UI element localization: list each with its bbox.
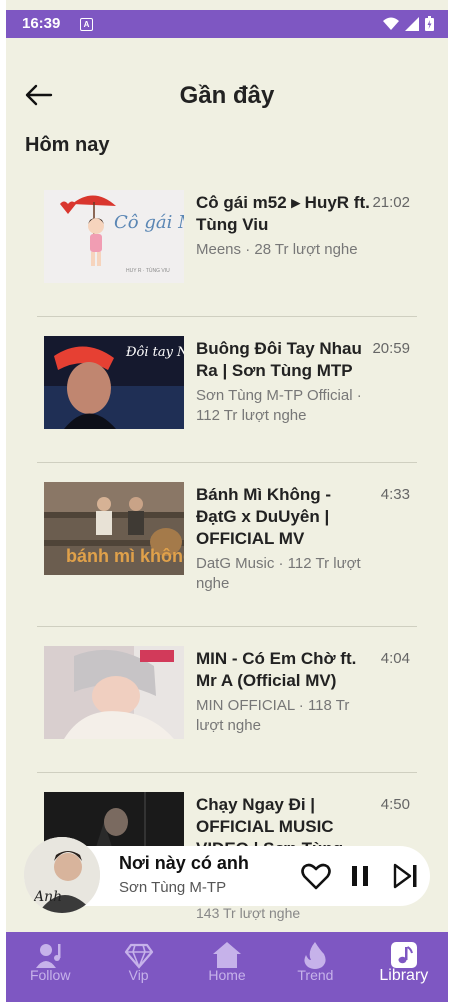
nav-label: Library [379,967,429,984]
player-artwork-image: Anh [24,837,100,913]
item-info: Cô gái m52 ▸ HuyR ft. Tùng Viu Meens · 2… [196,192,374,260]
item-info: MIN - Có Em Chờ ft. Mr A (Official MV) M… [196,648,374,736]
bottom-nav: Follow Vip Home Trend Library [6,932,448,1002]
nav-trend[interactable]: Trend [271,932,359,1002]
nav-library[interactable]: Library [360,932,448,1002]
video-thumbnail: Đôi tay NHAU RA [44,336,184,429]
nav-label: Follow [29,967,71,983]
item-meta: 143 Tr lượt nghe [196,905,301,921]
nav-home[interactable]: Home [183,932,271,1002]
item-duration: 4:33 [380,486,410,503]
item-info: Bánh Mì Không - ĐạtG x DuUyên | OFFICIAL… [196,484,374,594]
nav-follow[interactable]: Follow [6,932,94,1002]
diamond-icon [124,943,153,970]
list-item[interactable]: Đôi tay NHAU RA Buông Đôi Tay Nhau Ra | … [6,316,448,462]
video-thumbnail: Cô gái M52 HUY R · TÙNG VIU [44,190,184,283]
video-thumbnail [44,646,184,739]
home-icon [213,942,242,968]
nav-label: Home [208,967,246,983]
item-duration: 21:02 [372,194,410,211]
app-screen: 16:39 A Gần đây Hôm nay Cô gái HUY R · T… [6,0,448,1002]
thumbnail-art [44,646,184,739]
nav-vip[interactable]: Vip [94,932,182,1002]
player-artist: Sơn Tùng M-TP [119,879,227,896]
signal-icon [405,16,419,31]
thumbnail-art: Đôi tay NHAU RA [44,336,184,429]
list-item[interactable]: MIN - Có Em Chờ ft. Mr A (Official MV) M… [6,626,448,772]
thumbnail-art: Cô gái M52 HUY R · TÙNG VIU [44,190,184,283]
list-item[interactable]: Cô gái M52 HUY R · TÙNG VIU Cô gái m52 ▸… [6,170,448,316]
item-meta: DatG Music · 112 Tr lượt nghe [196,555,361,592]
thumbnail-caption: bánh mì không [66,546,184,566]
item-info: Buông Đôi Tay Nhau Ra | Sơn Tùng MTP Sơn… [196,338,374,426]
item-title: Buông Đôi Tay Nhau Ra | Sơn Tùng MTP [196,339,362,380]
status-bar: 16:39 A [6,10,448,38]
person-music-icon [36,944,61,968]
thumbnail-art: bánh mì không [44,482,184,575]
music-note-icon [390,942,417,968]
list-item[interactable]: bánh mì không Bánh Mì Không - ĐạtG x DuU… [6,462,448,626]
section-heading: Hôm nay [25,134,110,156]
item-title: Cô gái m52 ▸ HuyR ft. Tùng Viu [196,193,370,234]
notification-a-icon: A [80,18,93,31]
status-icons [383,16,434,31]
player-artwork: Anh [24,837,100,913]
item-duration: 4:50 [380,796,410,813]
pause-icon[interactable] [344,860,376,892]
nav-label: Vip [128,967,149,983]
status-time: 16:39 [22,15,61,32]
player-title: Nơi này có anh [119,853,249,873]
item-title: Bánh Mì Không - ĐạtG x DuUyên | OFFICIAL… [196,485,332,548]
nav-label: Trend [297,967,334,983]
item-meta: Meens · 28 Tr lượt nghe [196,241,358,258]
header: Gần đây [6,70,448,122]
thumbnail-credit: HUY R · TÙNG VIU [126,267,170,274]
item-duration: 20:59 [372,340,410,357]
video-thumbnail: bánh mì không [44,482,184,575]
battery-icon [425,16,434,31]
flame-icon [304,942,327,969]
item-meta: MIN OFFICIAL · 118 Tr lượt nghe [196,697,350,734]
heart-icon[interactable] [300,860,332,892]
wifi-icon [383,17,399,30]
thumbnail-caption: Cô gái M52 [114,212,184,233]
thumbnail-caption: Đôi tay NHAU RA [125,345,184,360]
item-duration: 4:04 [380,650,410,667]
item-title: MIN - Có Em Chờ ft. Mr A (Official MV) [196,649,357,690]
item-meta: Sơn Tùng M-TP Official · 112 Tr lượt ngh… [196,387,362,424]
player-artwork-caption: Anh [32,889,62,905]
mini-player[interactable]: Anh Nơi này có anh Sơn Tùng M-TP [24,837,430,913]
page-title: Gần đây [179,82,275,109]
skip-next-icon[interactable] [390,860,422,892]
